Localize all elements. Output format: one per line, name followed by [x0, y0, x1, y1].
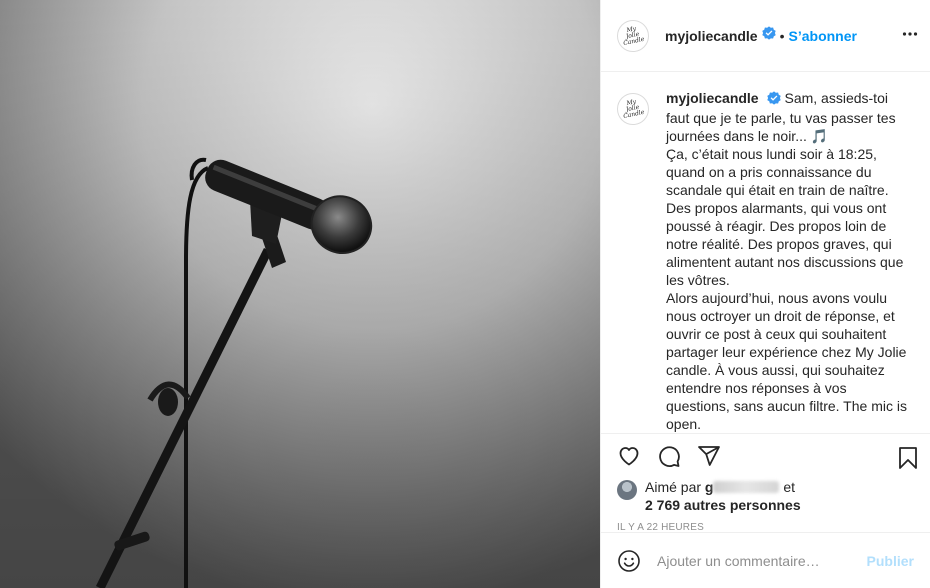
follow-button[interactable]: S’abonner	[789, 28, 857, 44]
caption-paragraph: Ça, c’était nous lundi soir à 18:25, qua…	[666, 146, 904, 288]
publish-button[interactable]: Publier	[867, 553, 914, 569]
comment-input[interactable]	[657, 552, 859, 569]
more-options-icon[interactable]	[902, 26, 918, 47]
post-photo[interactable]	[0, 0, 600, 588]
comment-box: Publier	[601, 532, 930, 588]
brand-logo: My Jolie Candle	[622, 98, 646, 121]
verified-badge-icon	[766, 91, 781, 109]
separator-dot: •	[779, 27, 785, 44]
account-avatar[interactable]: My Jolie Candle	[617, 19, 649, 52]
liker-username-link[interactable]: g	[705, 479, 780, 495]
brand-logo: My Jolie Candle	[622, 24, 646, 47]
caption-paragraph: Alors aujourd’hui, nous avons voulu nous…	[666, 290, 907, 432]
caption-username-link[interactable]: myjoliecandle	[666, 90, 759, 106]
verified-badge-icon	[761, 26, 776, 45]
microphone-photo	[0, 0, 600, 588]
caption-body: myjoliecandle Sam, assieds-toi faut que …	[666, 89, 914, 433]
heart-icon[interactable]	[617, 444, 641, 468]
emoji-icon[interactable]	[617, 549, 641, 573]
share-icon[interactable]	[697, 444, 721, 468]
username-link[interactable]: myjoliecandle	[665, 28, 758, 44]
post-header: My Jolie Candle myjoliecandle • S’abonne…	[601, 0, 930, 72]
liker-avatar[interactable]	[617, 480, 637, 500]
comment-icon[interactable]	[657, 444, 681, 468]
likes-text: Aimé par g et 2 769 autres personnes	[645, 479, 801, 513]
post-caption: My Jolie Candle myjoliecandle Sam, assie…	[601, 73, 930, 433]
obscured-username	[713, 481, 780, 493]
others-likes-link[interactable]: 2 769 autres personnes	[645, 497, 801, 513]
caption-avatar[interactable]: My Jolie Candle	[617, 93, 649, 125]
likes-summary: Aimé par g et 2 769 autres personnes	[617, 478, 914, 514]
post-side-panel: My Jolie Candle myjoliecandle • S’abonne…	[600, 0, 930, 588]
instagram-post: My Jolie Candle myjoliecandle • S’abonne…	[0, 0, 930, 588]
bookmark-icon[interactable]	[896, 446, 920, 475]
